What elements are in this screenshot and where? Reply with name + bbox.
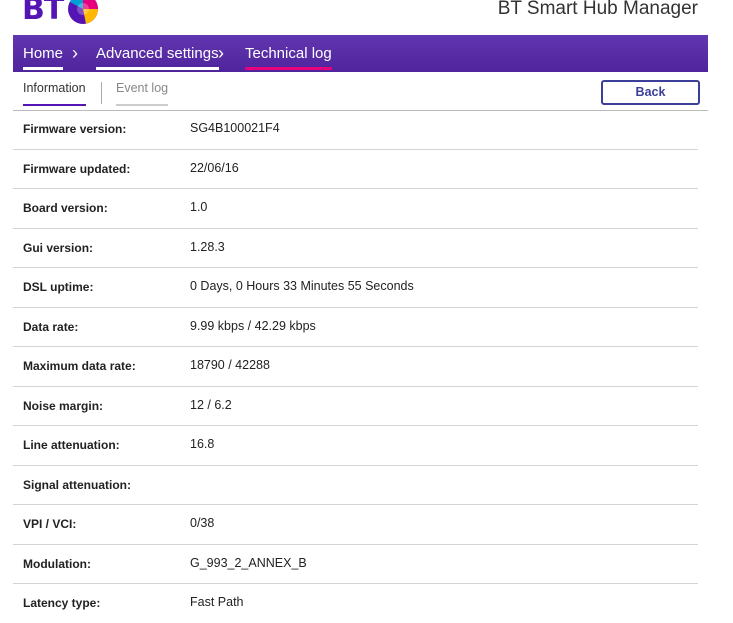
nav-home[interactable]: Home [23,35,64,72]
info-label: Maximum data rate: [23,359,136,373]
info-row: Gui version: 1.28.3 [13,229,698,268]
info-label: Firmware version: [23,122,127,136]
nav-technical-log-underline [245,67,332,70]
info-row: Board version: 1.0 [13,189,698,229]
info-value: 12 / 6.2 [190,397,232,412]
back-button[interactable]: Back [601,80,700,105]
info-row: Maximum data rate: 18790 / 42288 [13,347,698,387]
info-label: Modulation: [23,556,91,571]
info-value: 0/38 [190,516,215,530]
nav-advanced-settings-underline [96,67,219,70]
info-row: Firmware version: SG4B100021F4 [13,110,698,150]
info-label: Line attenuation: [23,438,120,452]
info-label: Firmware updated: [23,161,131,176]
nav-home-underline [23,67,64,70]
chevron-right-icon: › [72,43,78,63]
nav-advanced-settings[interactable]: Advanced settings [96,35,219,72]
nav-technical-log[interactable]: Technical log [245,35,332,72]
info-row: Line attenuation: 16.8 [13,426,698,466]
nav-technical-log-label: Technical log [245,45,332,62]
info-label: Board version: [23,201,108,215]
info-label: Noise margin: [23,398,104,413]
tab-information-label: Information [23,81,86,95]
info-label: DSL uptime: [23,280,94,294]
info-row: Data rate: 9.99 kbps / 42.29 kbps [13,308,698,347]
chevron-right-icon: › [218,43,224,63]
info-row: Noise margin: 12 / 6.2 [13,387,698,426]
info-value: 1.0 [190,200,208,214]
info-row: VPI / VCI: 0/38 [13,505,698,545]
info-label: Data rate: [23,319,79,334]
info-value: SG4B100021F4 [190,121,280,135]
info-label: Signal attenuation: [23,477,131,492]
tab-event-log-underline [116,104,169,106]
info-row: Signal attenuation: [13,466,698,505]
info-value: 18790 / 42288 [190,358,270,372]
info-value: Fast Path [190,595,244,609]
info-value: 22/06/16 [190,160,239,175]
tab-divider [101,82,102,104]
info-label: Gui version: [23,240,94,255]
info-row: DSL uptime: 0 Days, 0 Hours 33 Minutes 55… [13,268,698,308]
nav-advanced-settings-label: Advanced settings [96,45,219,62]
info-value: G_993_2_ANNEX_B [190,555,307,570]
info-row: Firmware updated: 22/06/16 [13,150,698,189]
breadcrumb-nav: Home › Advanced settings › Technical log [13,35,708,72]
info-value: 0 Days, 0 Hours 33 Minutes 55 Seconds [190,279,414,293]
logo-text: BT [22,0,64,27]
info-label: Latency type: [23,596,101,610]
info-row: Latency type: Fast Path [13,584,698,623]
tab-event-log-label: Event log [116,81,169,95]
tab-event-log[interactable]: Event log [116,81,169,106]
tab-information-underline [23,104,86,106]
tab-information[interactable]: Information [23,81,86,106]
app-title: BT Smart Hub Manager [497,0,698,19]
bt-logo[interactable]: BT [22,0,100,28]
header: BT BT Smart Hub Manager [0,0,733,35]
info-value: 1.28.3 [190,239,225,254]
info-row: Modulation: G_993_2_ANNEX_B [13,545,698,584]
info-value: 16.8 [190,437,215,451]
info-value: 9.99 kbps / 42.29 kbps [190,318,316,333]
bt-globe-icon [68,0,99,24]
nav-home-label: Home [23,45,64,62]
info-label: VPI / VCI: [23,517,77,531]
technical-info-list: Firmware version: SG4B100021F4 Firmware up… [13,110,698,623]
